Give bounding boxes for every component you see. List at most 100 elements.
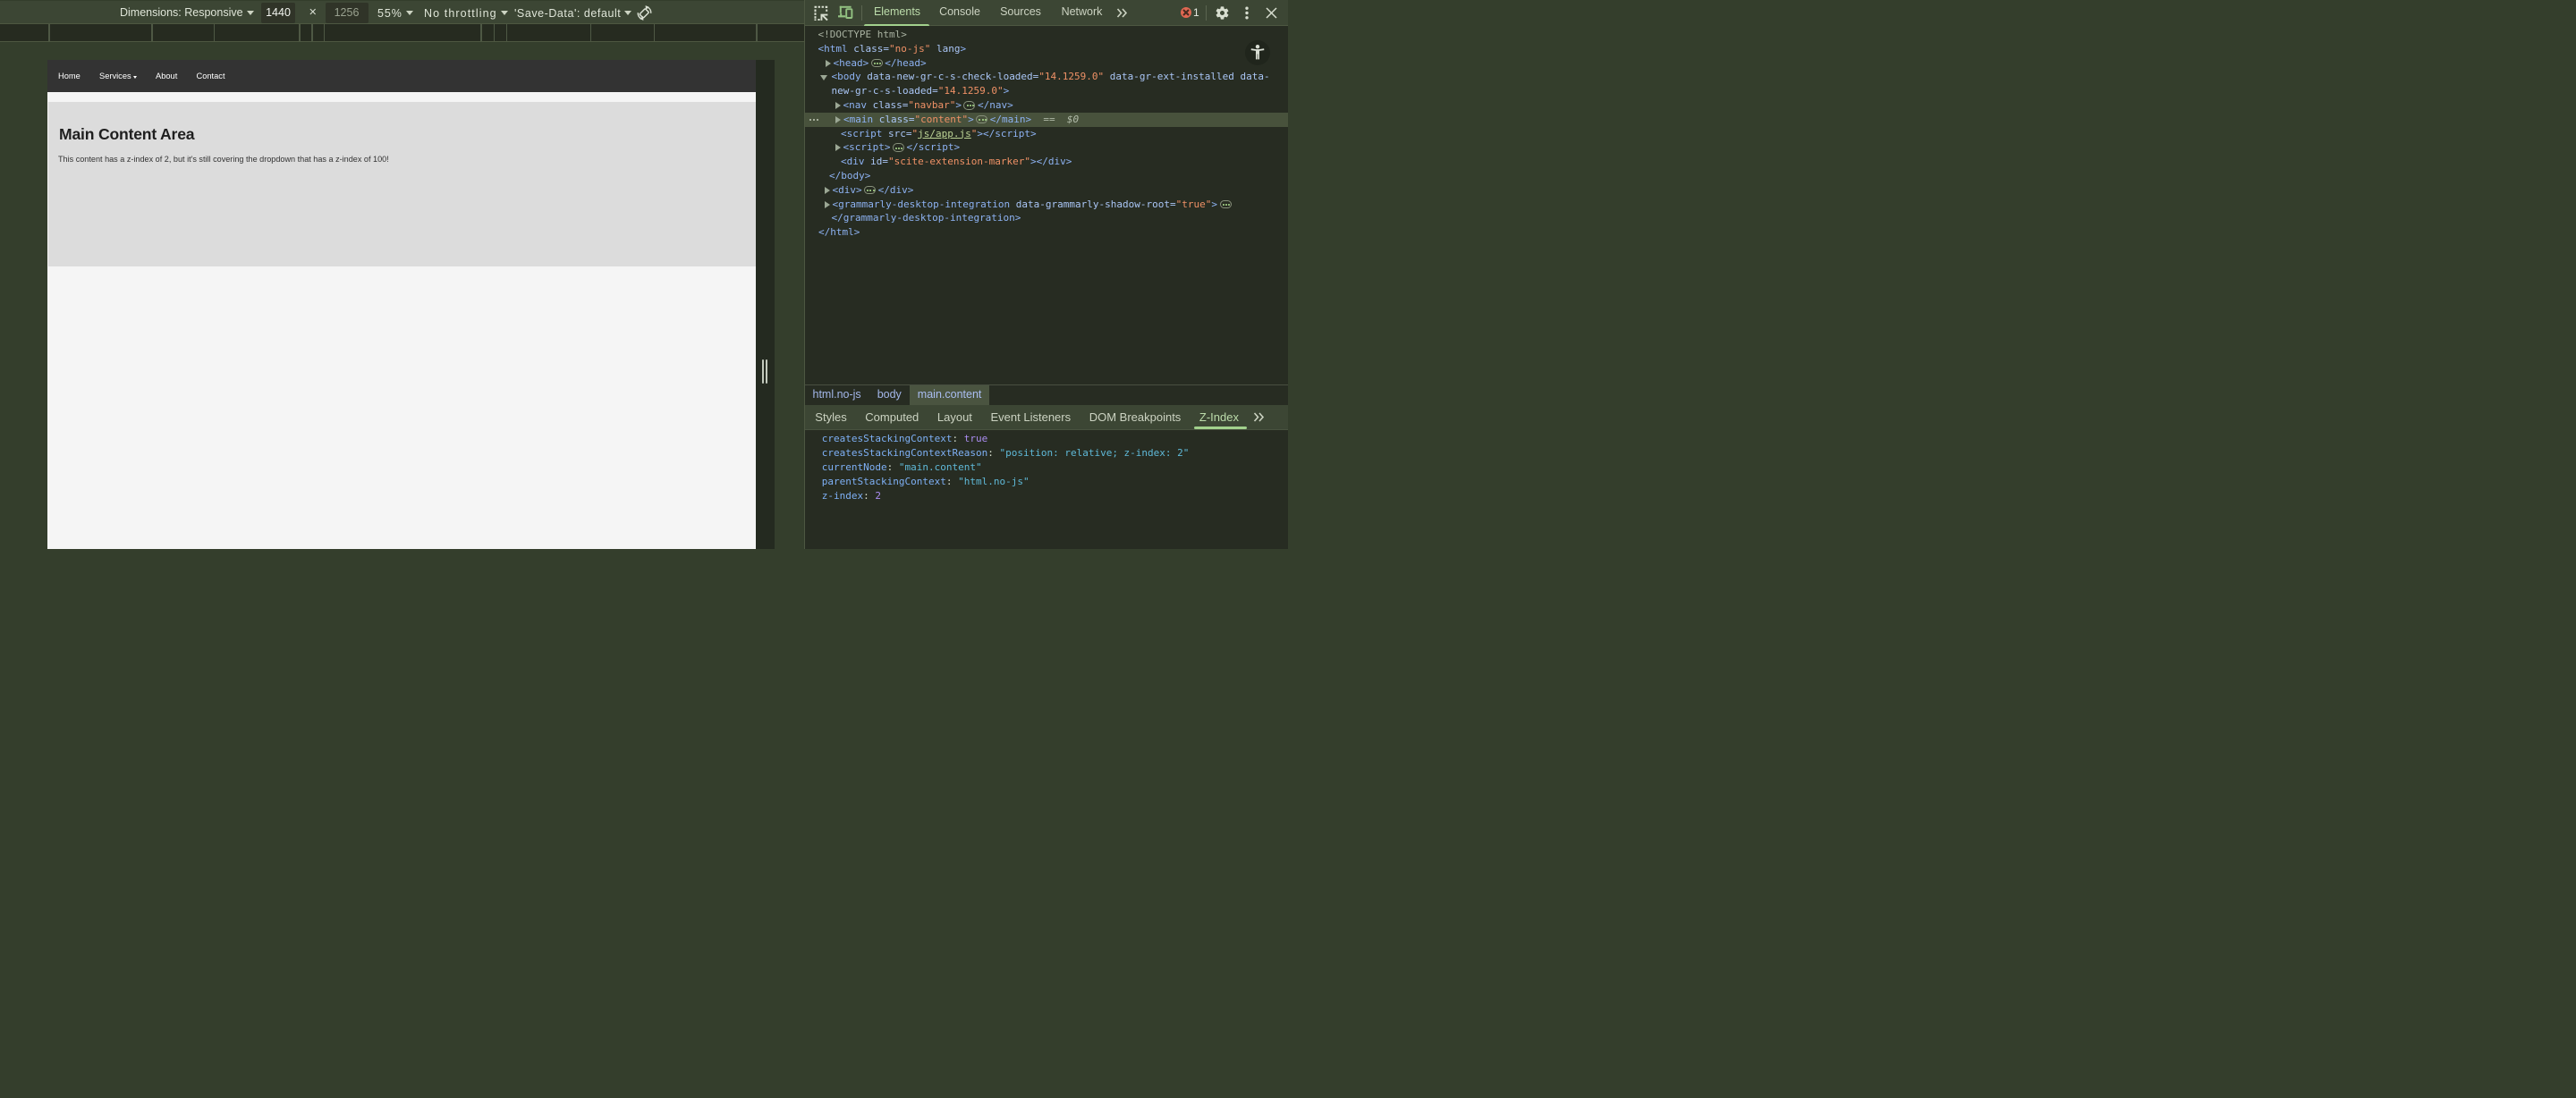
code-token: true xyxy=(964,433,988,444)
breadcrumb: html.no-jsbodymain.content xyxy=(805,384,1288,405)
code-token: class= xyxy=(848,43,889,55)
settings-gear-icon[interactable] xyxy=(1215,5,1230,21)
media-query-boundary xyxy=(480,24,482,41)
more-options-icon[interactable] xyxy=(1243,6,1250,20)
inspect-element-icon[interactable] xyxy=(814,5,829,21)
error-count[interactable]: 1 xyxy=(1193,0,1199,26)
code-token: </grammarly-desktop-integration> xyxy=(832,212,1021,224)
expand-arrow-icon[interactable] xyxy=(826,60,831,67)
sidebar-tab-styles[interactable]: Styles xyxy=(806,405,856,430)
more-sidebar-tabs-icon[interactable] xyxy=(1253,411,1265,423)
breadcrumb-item-maincontent[interactable]: main.content xyxy=(910,385,990,405)
expand-ellipsis-button[interactable] xyxy=(1220,200,1232,209)
tree-row[interactable]: <nav class="navbar"></nav> xyxy=(805,98,1288,113)
emulated-page: HomeServicesAboutContact Main Content Ar… xyxy=(47,60,756,549)
code-token: </html> xyxy=(818,226,860,238)
code-token: == xyxy=(1031,114,1067,125)
expand-ellipsis-button[interactable] xyxy=(976,115,987,124)
tab-console[interactable]: Console xyxy=(929,0,990,26)
code-token: </div> xyxy=(878,184,914,196)
tree-row[interactable]: </grammarly-desktop-integration> xyxy=(805,211,1288,225)
tree-row[interactable]: </body> xyxy=(805,169,1288,183)
code-token: "scite-extension-marker" xyxy=(888,156,1030,167)
expand-arrow-icon[interactable] xyxy=(835,144,841,151)
page-nav-contact[interactable]: Contact xyxy=(197,72,225,80)
zindex-property-row: parentStackingContext: "html.no-js" xyxy=(822,475,1030,489)
tree-row[interactable]: <body data-new-gr-c-s-check-loaded="14.1… xyxy=(805,70,1288,84)
tree-row[interactable]: <div></div> xyxy=(805,183,1288,198)
expand-ellipsis-button[interactable] xyxy=(871,59,883,68)
height-input[interactable]: 1256 xyxy=(326,3,369,23)
viewport-resize-handle[interactable] xyxy=(766,359,767,384)
sidebar-tab-dombreakpoints[interactable]: DOM Breakpoints xyxy=(1080,405,1190,430)
media-query-boundary xyxy=(590,24,592,41)
code-token: <body xyxy=(832,71,861,82)
code-token: </head> xyxy=(885,57,926,69)
code-token: > xyxy=(1004,85,1010,97)
accessibility-button[interactable] xyxy=(1245,40,1270,65)
close-devtools-icon[interactable] xyxy=(1266,7,1277,19)
throttling-dropdown[interactable]: No throttling xyxy=(424,7,497,20)
collapse-arrow-icon[interactable] xyxy=(820,75,827,80)
tree-row[interactable]: <html class="no-js" lang> xyxy=(805,42,1288,56)
expand-arrow-icon[interactable] xyxy=(825,187,830,194)
dimensions-times-separator: × xyxy=(309,5,317,20)
more-tabs-icon[interactable] xyxy=(1116,7,1128,19)
zoom-dropdown[interactable]: 55% xyxy=(377,7,402,20)
tab-elements[interactable]: Elements xyxy=(865,0,930,26)
media-query-boundary xyxy=(311,24,313,41)
expand-ellipsis-button[interactable] xyxy=(963,101,975,110)
width-input[interactable]: 1440 xyxy=(261,3,295,23)
code-token: : xyxy=(946,476,958,487)
tree-row[interactable]: <div id="scite-extension-marker"></div> xyxy=(805,155,1288,169)
expand-arrow-icon[interactable] xyxy=(825,201,830,208)
tab-network[interactable]: Network xyxy=(1051,0,1113,26)
expand-arrow-icon[interactable] xyxy=(835,102,841,109)
page-nav-home[interactable]: Home xyxy=(58,72,80,80)
viewport-resize-handle[interactable] xyxy=(762,359,764,384)
tree-row[interactable]: new-gr-c-s-loaded="14.1259.0"> xyxy=(805,84,1288,98)
toggle-device-toolbar-icon[interactable] xyxy=(838,5,854,21)
sidebar-tab-computed[interactable]: Computed xyxy=(856,405,928,430)
zindex-property-row: z-index: 2 xyxy=(822,489,881,503)
code-token: data-grammarly-shadow-root= xyxy=(1010,198,1175,210)
code-token: : xyxy=(953,433,964,444)
tree-row[interactable]: <head> </head> xyxy=(805,56,1288,71)
code-token: > xyxy=(968,114,974,125)
sidebar-tab-zindex[interactable]: Z-Index xyxy=(1191,405,1249,430)
tree-row[interactable]: </html> xyxy=(805,225,1288,240)
page-nav-about[interactable]: About xyxy=(156,72,177,80)
tree-row[interactable]: <!DOCTYPE html> xyxy=(805,28,1288,42)
dimensions-dropdown[interactable]: Dimensions: Responsive xyxy=(120,6,243,19)
code-token: </body> xyxy=(829,170,870,182)
code-token: > xyxy=(955,99,962,111)
code-token: > xyxy=(1211,198,1217,210)
media-query-boundary xyxy=(494,24,496,41)
code-token: </main> xyxy=(990,114,1031,125)
tree-row[interactable]: <grammarly-desktop-integration data-gram… xyxy=(805,198,1288,212)
media-query-boundary xyxy=(506,24,508,41)
error-badge-icon[interactable] xyxy=(1181,7,1192,19)
code-token: <head> xyxy=(834,57,869,69)
page-nav-services[interactable]: Services xyxy=(99,72,137,80)
breadcrumb-item-htmlnojs[interactable]: html.no-js xyxy=(805,385,869,405)
code-token: data-gr-ext-installed xyxy=(1104,71,1234,82)
rotate-viewport-icon[interactable] xyxy=(637,5,652,21)
sidebar-tab-layout[interactable]: Layout xyxy=(928,405,982,430)
sidebar-tabs: StylesComputedLayoutEvent ListenersDOM B… xyxy=(805,405,1288,431)
breadcrumb-item-body[interactable]: body xyxy=(869,385,910,405)
tree-row[interactable]: <script></script> xyxy=(805,140,1288,155)
expand-ellipsis-button[interactable] xyxy=(864,186,876,195)
code-token: <main xyxy=(843,114,873,125)
tree-row[interactable]: <script src="js/app.js"></script> xyxy=(805,127,1288,141)
expand-arrow-icon[interactable] xyxy=(835,116,841,123)
media-query-bar[interactable] xyxy=(0,23,804,42)
save-data-dropdown[interactable]: 'Save-Data': default xyxy=(514,7,621,20)
tree-row-selected[interactable]: <main class="content"></main> == $0 xyxy=(805,113,1288,127)
sidebar-tab-eventlisteners[interactable]: Event Listeners xyxy=(981,405,1080,430)
expand-ellipsis-button[interactable] xyxy=(893,143,904,152)
elements-tree: <!DOCTYPE html><html class="no-js" lang>… xyxy=(805,28,1288,385)
row-menu-dots-icon[interactable] xyxy=(809,113,824,127)
devtools-panel: Elements Console Sources Network 1 <!DOC… xyxy=(805,0,1288,549)
tab-sources[interactable]: Sources xyxy=(990,0,1051,26)
